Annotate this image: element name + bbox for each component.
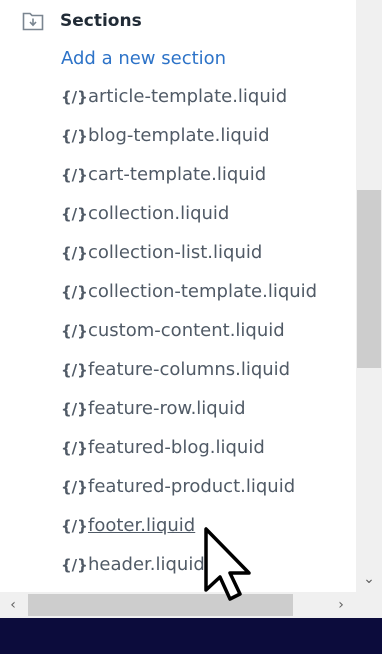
file-item[interactable]: {/} collection-template.liquid — [61, 281, 317, 320]
file-browser-panel: Sections Add a new section {/} article-te… — [0, 0, 356, 592]
section-title: Sections — [60, 11, 142, 31]
file-name: collection-template.liquid — [88, 281, 318, 302]
file-name: footer.liquid — [88, 515, 196, 536]
file-name: feature-row.liquid — [88, 398, 246, 419]
code-file-icon: {/} — [61, 361, 88, 379]
code-file-icon: {/} — [61, 439, 88, 457]
vertical-scroll-thumb[interactable] — [357, 190, 381, 368]
file-item[interactable]: {/} collection-list.liquid — [61, 242, 317, 281]
code-file-icon: {/} — [61, 517, 88, 535]
scrollbar-corner — [356, 592, 382, 618]
file-item[interactable]: {/} feature-columns.liquid — [61, 359, 317, 398]
code-file-icon: {/} — [61, 127, 88, 145]
file-name: collection-list.liquid — [88, 242, 263, 263]
file-item[interactable]: {/} collection.liquid — [61, 203, 317, 242]
code-file-icon: {/} — [61, 205, 88, 223]
horizontal-scrollbar[interactable]: ‹ › — [0, 592, 356, 618]
file-name: feature-columns.liquid — [88, 359, 291, 380]
file-name: article-template.liquid — [88, 86, 288, 107]
file-item[interactable]: {/} feature-row.liquid — [61, 398, 317, 437]
file-item[interactable]: {/} featured-product.liquid — [61, 476, 317, 515]
file-name: featured-product.liquid — [88, 476, 296, 497]
scroll-left-arrow-icon[interactable]: ‹ — [2, 592, 24, 618]
file-item[interactable]: {/} header.liquid — [61, 554, 317, 592]
code-file-icon: {/} — [61, 244, 88, 262]
code-file-icon: {/} — [61, 556, 88, 574]
file-name: blog-template.liquid — [88, 125, 270, 146]
sections-folder-header[interactable]: Sections — [22, 8, 142, 34]
file-item[interactable]: {/} cart-template.liquid — [61, 164, 317, 203]
folder-download-icon — [22, 11, 44, 31]
file-name: featured-blog.liquid — [88, 437, 265, 458]
code-file-icon: {/} — [61, 400, 88, 418]
code-file-icon: {/} — [61, 166, 88, 184]
code-file-icon: {/} — [61, 283, 88, 301]
file-item[interactable]: {/} footer.liquid — [61, 515, 317, 554]
scroll-right-arrow-icon[interactable]: › — [330, 592, 352, 618]
code-file-icon: {/} — [61, 322, 88, 340]
file-name: custom-content.liquid — [88, 320, 285, 341]
scroll-down-arrow-icon[interactable]: ⌄ — [356, 568, 382, 590]
file-name: collection.liquid — [88, 203, 230, 224]
add-section-link[interactable]: Add a new section — [61, 48, 226, 69]
code-file-icon: {/} — [61, 478, 88, 496]
taskbar — [0, 618, 382, 654]
file-item[interactable]: {/} custom-content.liquid — [61, 320, 317, 359]
horizontal-scroll-thumb[interactable] — [28, 594, 293, 616]
file-item[interactable]: {/} featured-blog.liquid — [61, 437, 317, 476]
code-file-icon: {/} — [61, 88, 88, 106]
vertical-scrollbar[interactable]: ⌄ — [356, 0, 382, 592]
file-name: cart-template.liquid — [88, 164, 267, 185]
file-name: header.liquid — [88, 554, 205, 575]
file-list: {/} article-template.liquid {/} blog-templa… — [61, 86, 317, 592]
file-item[interactable]: {/} blog-template.liquid — [61, 125, 317, 164]
file-item[interactable]: {/} article-template.liquid — [61, 86, 317, 125]
